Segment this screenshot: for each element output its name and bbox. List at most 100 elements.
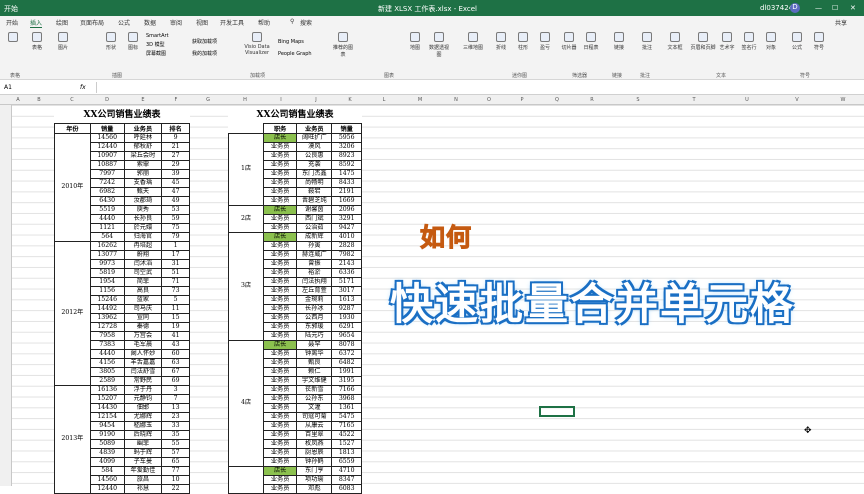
salesman-cell[interactable]: 支香瑀: [123, 177, 163, 188]
salesman-cell[interactable]: 公治茹: [296, 222, 333, 233]
sales-cell[interactable]: 9190: [89, 429, 125, 440]
pivot-table-button[interactable]: [2, 32, 24, 44]
salesman-cell[interactable]: 归海官: [123, 231, 163, 242]
store-cell[interactable]: 3店: [227, 231, 265, 341]
position-cell[interactable]: 业务员: [263, 366, 298, 377]
sales-cell[interactable]: 7997: [89, 168, 125, 179]
rank-cell[interactable]: 43: [161, 339, 190, 350]
sales-cell[interactable]: 3968: [331, 393, 362, 404]
salesman-cell[interactable]: 毛军晨: [123, 339, 163, 350]
column-header[interactable]: A: [12, 97, 24, 103]
salesman-cell[interactable]: 曾振: [296, 258, 333, 269]
position-cell[interactable]: 业务员: [263, 348, 298, 359]
formula-input[interactable]: [96, 82, 856, 93]
store-cell[interactable]: 1店: [227, 132, 265, 206]
sales-cell[interactable]: 12154: [89, 411, 125, 422]
store-cell[interactable]: 4店: [227, 339, 265, 467]
position-cell[interactable]: 店长: [263, 465, 298, 476]
position-cell[interactable]: 业务员: [263, 276, 298, 287]
position-cell[interactable]: 业务员: [263, 195, 298, 206]
position-cell[interactable]: 业务员: [263, 447, 298, 458]
header-position[interactable]: 职务: [263, 122, 298, 134]
year-cell[interactable]: 2013年: [54, 384, 91, 494]
sales-table-by-store[interactable]: XX公司销售业绩表 职务 业务员 销量 1店 店长 阔旺扩广 5956 业务员 漠风 320…: [227, 107, 362, 494]
rank-cell[interactable]: 15: [161, 312, 190, 323]
salesman-cell[interactable]: 万宫会: [123, 330, 163, 341]
salesman-cell[interactable]: 蓝家: [123, 294, 163, 305]
salesman-cell[interactable]: 汝郡琦: [123, 195, 163, 206]
sales-cell[interactable]: 564: [89, 231, 125, 242]
sales-cell[interactable]: 9427: [331, 222, 362, 233]
rank-cell[interactable]: 35: [161, 429, 190, 440]
name-box[interactable]: A1: [4, 84, 60, 91]
position-cell[interactable]: 业务员: [263, 474, 298, 485]
rank-cell[interactable]: 47: [161, 186, 190, 197]
salesman-cell[interactable]: 孙寅: [296, 240, 333, 251]
salesman-cell[interactable]: 简菲: [123, 276, 163, 287]
position-cell[interactable]: 店长: [263, 231, 298, 242]
salesman-cell[interactable]: 宇文维健: [296, 375, 333, 386]
position-cell[interactable]: 店长: [263, 132, 298, 143]
sales-cell[interactable]: 3291: [331, 213, 362, 224]
sales-cell[interactable]: 4010: [331, 231, 362, 242]
salesman-cell[interactable]: 文灌: [296, 402, 333, 413]
sales-cell[interactable]: 8923: [331, 150, 362, 161]
rank-cell[interactable]: 10: [161, 474, 190, 485]
salesman-cell[interactable]: 漠风: [296, 141, 333, 152]
illustration-list[interactable]: SmartArt 3D 模型 屏幕截图: [146, 32, 169, 59]
sales-cell[interactable]: 14430: [89, 402, 125, 413]
visio-button[interactable]: Visio Data Visualizer: [242, 32, 272, 56]
sales-cell[interactable]: 1527: [331, 438, 362, 449]
salesman-cell[interactable]: 元静钧: [123, 393, 163, 404]
column-header[interactable]: B: [24, 97, 54, 103]
salesman-cell[interactable]: 常野民: [123, 375, 163, 386]
tab-draw[interactable]: 绘图: [56, 18, 68, 27]
rank-cell[interactable]: 11: [161, 303, 190, 314]
column-header[interactable]: S: [610, 97, 666, 103]
sales-cell[interactable]: 1475: [331, 168, 362, 179]
timeline-button[interactable]: 日程表: [580, 32, 602, 51]
salesman-cell[interactable]: 东门亨: [296, 465, 333, 476]
wordart-button[interactable]: 艺术字: [716, 32, 738, 51]
sales-cell[interactable]: 9973: [89, 258, 125, 269]
salesman-cell[interactable]: 甄良: [296, 357, 333, 368]
salesman-cell[interactable]: 项功瑜: [296, 474, 333, 485]
position-cell[interactable]: 店长: [263, 339, 298, 350]
column-header[interactable]: O: [474, 97, 504, 103]
position-cell[interactable]: 业务员: [263, 429, 298, 440]
sales-cell[interactable]: 16262: [89, 240, 125, 251]
salesman-cell[interactable]: 幽菲: [123, 438, 163, 449]
salesman-cell[interactable]: 旅昌: [123, 474, 163, 485]
salesman-cell[interactable]: 厨恩辰: [296, 447, 333, 458]
sales-cell[interactable]: 2589: [89, 375, 125, 386]
rank-cell[interactable]: 57: [161, 447, 190, 458]
rank-cell[interactable]: 9: [161, 132, 190, 143]
sparkline-line-button[interactable]: 折线: [490, 32, 512, 51]
salesman-cell[interactable]: 庾秀: [123, 204, 163, 215]
sales-cell[interactable]: 6482: [331, 357, 362, 368]
position-cell[interactable]: 业务员: [263, 357, 298, 368]
salesman-cell[interactable]: 赫连威广: [296, 249, 333, 260]
header-sales[interactable]: 销量: [89, 122, 125, 134]
addins-list[interactable]: 获取加载项 我的加载项: [192, 36, 217, 60]
salesman-cell[interactable]: 左丘育萱: [296, 285, 333, 296]
position-cell[interactable]: 业务员: [263, 258, 298, 269]
salesman-cell[interactable]: 枚凤燕: [296, 438, 333, 449]
salesman-cell[interactable]: 祁慧: [123, 483, 163, 494]
position-cell[interactable]: 业务员: [263, 375, 298, 386]
rank-cell[interactable]: 31: [161, 258, 190, 269]
rank-cell[interactable]: 77: [161, 465, 190, 476]
rank-cell[interactable]: 51: [161, 267, 190, 278]
column-header[interactable]: I: [264, 97, 298, 103]
rank-cell[interactable]: 1: [161, 240, 190, 251]
sales-cell[interactable]: 12728: [89, 321, 125, 332]
symbol-button[interactable]: 符号: [808, 32, 830, 51]
tab-page-layout[interactable]: 页面布局: [80, 18, 104, 27]
sales-cell[interactable]: 8433: [331, 177, 362, 188]
slicer-button[interactable]: 切片器: [558, 32, 580, 51]
salesman-cell[interactable]: 聂罕: [296, 339, 333, 350]
column-header[interactable]: J: [298, 97, 334, 103]
sales-cell[interactable]: 4522: [331, 429, 362, 440]
sales-cell[interactable]: 5956: [331, 132, 362, 143]
map-button[interactable]: 地图: [404, 32, 426, 51]
